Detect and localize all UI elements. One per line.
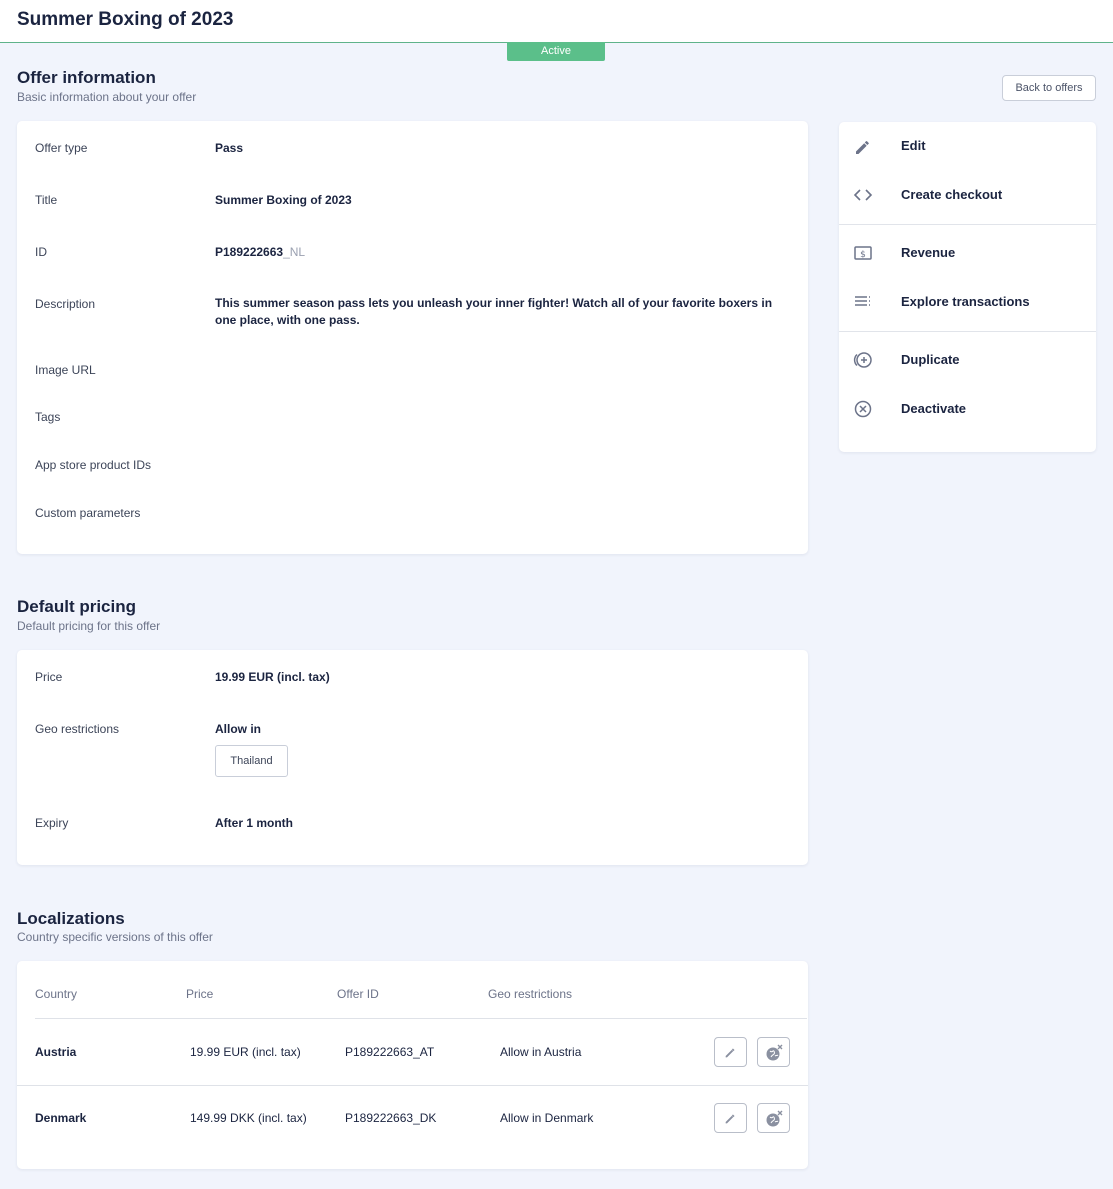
row-offer-id: P189222663_AT — [345, 1045, 435, 1059]
globe-x-icon — [766, 1110, 783, 1127]
geo-country-tag: Thailand — [215, 745, 288, 777]
geo-value: Allow in — [215, 722, 261, 736]
column-header-country: Country — [35, 987, 78, 1001]
tags-label: Tags — [35, 410, 61, 424]
pricing-subtitle: Default pricing for this offer — [17, 619, 161, 633]
row-price: 19.99 EUR (incl. tax) — [190, 1045, 301, 1059]
row-geo: Allow in Denmark — [500, 1111, 594, 1125]
remove-geo-button[interactable] — [757, 1103, 790, 1133]
image-url-label: Image URL — [35, 363, 96, 377]
localizations-title: Localizations — [17, 909, 125, 928]
revenue-label: Revenue — [901, 245, 956, 260]
actions-divider — [839, 331, 1096, 332]
code-icon — [853, 189, 873, 201]
column-header-geo: Geo restrictions — [488, 987, 573, 1001]
price-label: Price — [35, 670, 63, 684]
localizations-subtitle: Country specific versions of this offer — [17, 930, 213, 944]
page-title: Summer Boxing of 2023 — [17, 9, 234, 30]
create-checkout-action[interactable]: Create checkout — [839, 176, 1096, 214]
localizations-table: Country Price Offer ID Geo restrictions … — [17, 961, 808, 1169]
title-value: Summer Boxing of 2023 — [215, 193, 352, 207]
row-offer-id: P189222663_DK — [345, 1111, 437, 1125]
pencil-icon — [725, 1048, 735, 1058]
price-value: 19.99 EUR (incl. tax) — [215, 670, 330, 684]
description-label: Description — [35, 297, 96, 311]
id-main: P189222663 — [215, 245, 284, 259]
offer-info-card: Offer type Pass Title Summer Boxing of 2… — [17, 121, 808, 554]
remove-geo-button[interactable] — [757, 1037, 790, 1067]
pencil-icon — [725, 1114, 735, 1124]
duplicate-label: Duplicate — [901, 352, 960, 367]
pricing-card: Price 19.99 EUR (incl. tax) Geo restrict… — [17, 650, 808, 865]
explore-transactions-label: Explore transactions — [901, 294, 1030, 309]
offer-info-subtitle: Basic information about your offer — [17, 90, 197, 104]
edit-localization-button[interactable] — [714, 1037, 747, 1067]
title-label: Title — [35, 193, 58, 207]
list-icon — [855, 296, 870, 306]
x-circle-icon — [854, 400, 872, 418]
back-to-offers-button[interactable]: Back to offers — [1002, 75, 1096, 101]
custom-params-label: Custom parameters — [35, 506, 141, 520]
pricing-title: Default pricing — [17, 597, 137, 616]
actions-menu: Edit Create checkout $ Revenue Explore t… — [839, 122, 1096, 452]
offer-type-value: Pass — [215, 141, 244, 155]
offer-info-title: Offer information — [17, 68, 156, 87]
status-badge: Active — [507, 42, 605, 61]
id-suffix: _NL — [283, 245, 306, 259]
create-checkout-label: Create checkout — [901, 187, 1003, 202]
edit-label: Edit — [901, 138, 926, 153]
description-value: This summer season pass lets you unleash… — [215, 296, 773, 327]
row-country: Denmark — [35, 1111, 87, 1125]
table-header-divider — [35, 1018, 807, 1019]
offer-type-label: Offer type — [35, 141, 88, 155]
expiry-label: Expiry — [35, 816, 69, 830]
row-price: 149.99 DKK (incl. tax) — [190, 1111, 307, 1125]
duplicate-action[interactable]: Duplicate — [839, 341, 1096, 379]
row-divider — [17, 1085, 808, 1086]
dollar-icon: $ — [854, 246, 872, 260]
deactivate-label: Deactivate — [901, 401, 967, 416]
expiry-value: After 1 month — [215, 816, 293, 830]
row-geo: Allow in Austria — [500, 1045, 582, 1059]
edit-action[interactable]: Edit — [839, 127, 1096, 165]
id-value: P189222663_NL — [215, 245, 305, 259]
edit-localization-button[interactable] — [714, 1103, 747, 1133]
duplicate-icon — [853, 352, 872, 368]
deactivate-action[interactable]: Deactivate — [839, 390, 1096, 428]
geo-label: Geo restrictions — [35, 722, 120, 736]
explore-transactions-action[interactable]: Explore transactions — [839, 283, 1096, 321]
id-label: ID — [35, 245, 47, 259]
column-header-price: Price — [186, 987, 214, 1001]
actions-divider — [839, 224, 1096, 225]
column-header-offer-id: Offer ID — [337, 987, 379, 1001]
app-store-ids-label: App store product IDs — [35, 458, 152, 472]
globe-x-icon — [766, 1044, 783, 1061]
svg-text:$: $ — [860, 250, 866, 260]
top-bar: Summer Boxing of 2023 — [0, 0, 1113, 43]
revenue-action[interactable]: $ Revenue — [839, 234, 1096, 272]
row-country: Austria — [35, 1045, 77, 1059]
pencil-icon — [856, 141, 869, 154]
